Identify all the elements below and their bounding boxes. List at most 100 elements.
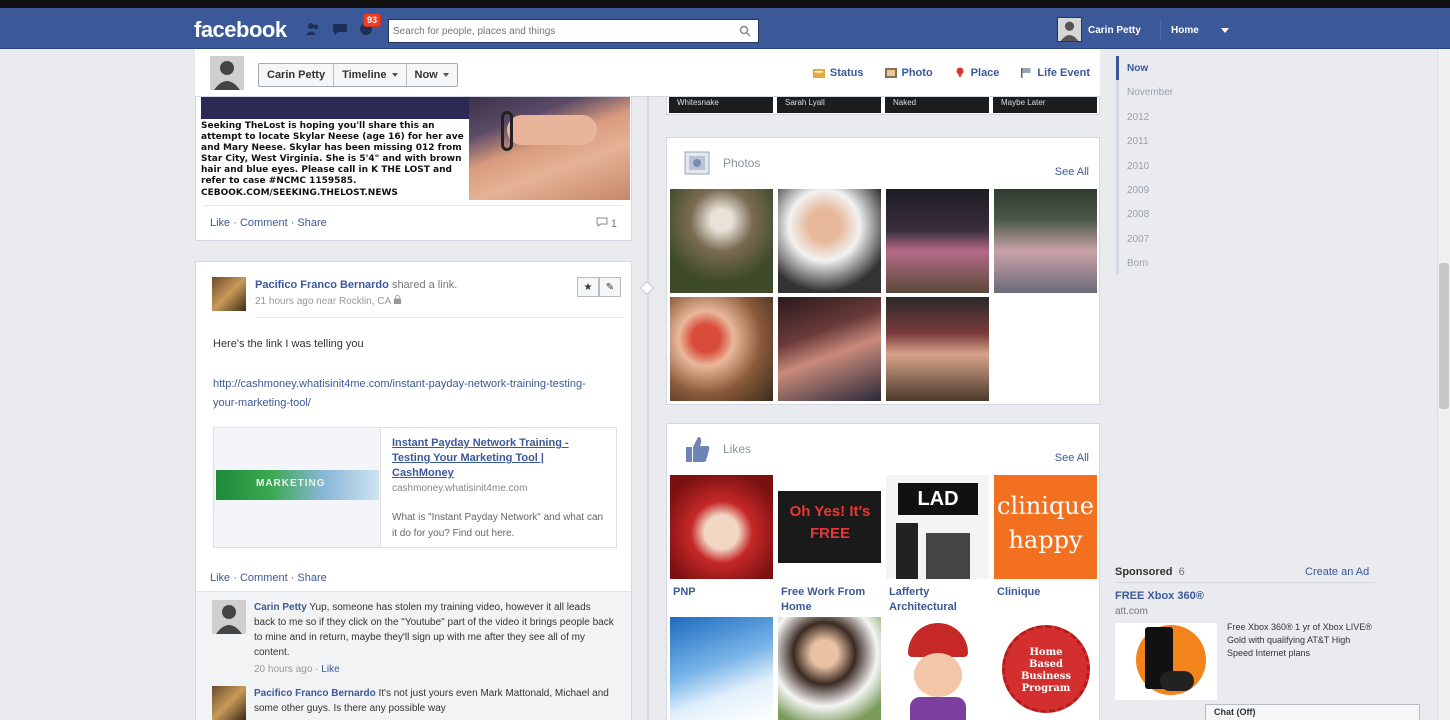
flyer-banner	[201, 97, 469, 119]
comment-like-link[interactable]: Like	[321, 664, 339, 675]
sponsored-count: 6	[1172, 566, 1185, 578]
facebook-logo[interactable]: facebook	[194, 17, 287, 43]
like-tile[interactable]	[670, 617, 773, 720]
photo-thumbnail[interactable]	[778, 189, 881, 293]
timeline-nav-2012[interactable]: 2012	[1127, 112, 1149, 123]
place-action[interactable]: Place	[953, 67, 1000, 79]
ad-title-link[interactable]: FREE Xbox 360®	[1115, 590, 1204, 602]
like-tile-home-business[interactable]: Home Based Business Program	[994, 617, 1097, 720]
timeline-dropdown[interactable]: Timeline	[334, 64, 407, 86]
like-tile-clinique[interactable]: clinique happy	[994, 475, 1097, 579]
like-tile[interactable]	[886, 617, 989, 720]
life-event-action[interactable]: Life Event	[1019, 67, 1090, 79]
like-label[interactable]: Free Work From Home	[781, 585, 876, 615]
like-tile-pnp[interactable]	[670, 475, 773, 579]
friend-tile[interactable]: Whitesnake	[669, 97, 773, 113]
photo-thumbnail[interactable]	[778, 297, 881, 401]
now-dropdown-label: Now	[414, 69, 438, 81]
timeline-avatar[interactable]	[210, 56, 244, 90]
commenter-name-link[interactable]: Pacifico Franco Bernardo	[254, 688, 376, 699]
friend-tile[interactable]: Maybe Later	[993, 97, 1097, 113]
photos-see-all-link[interactable]: See All	[1055, 166, 1089, 178]
comment-meta: 20 hours ago · Like	[254, 664, 340, 675]
ad-image-xbox[interactable]	[1115, 623, 1217, 700]
photos-box: Photos See All	[666, 137, 1100, 405]
friend-tile[interactable]: Naked	[885, 97, 989, 113]
timeline-nav-2011[interactable]: 2011	[1127, 136, 1149, 147]
like-label[interactable]: Clinique	[997, 585, 1040, 600]
timeline-nav-track	[1116, 56, 1119, 274]
commenter-avatar[interactable]	[212, 686, 246, 720]
home-link[interactable]: Home	[1171, 25, 1199, 36]
ad-description[interactable]: Free Xbox 360® 1 yr of Xbox LIVE® Gold w…	[1227, 621, 1375, 660]
story-header: Pacifico Franco Bernardo shared a link.	[255, 279, 457, 291]
cartoon-body	[910, 697, 966, 720]
missing-person-photo[interactable]	[469, 97, 630, 200]
photo-thumbnail[interactable]	[886, 189, 989, 293]
top-user-name[interactable]: Carin Petty	[1088, 25, 1141, 36]
search-input[interactable]	[389, 20, 729, 42]
like-tile-lafferty[interactable]: LAD	[886, 475, 989, 579]
timeline-nav-2008[interactable]: 2008	[1127, 209, 1149, 220]
like-label[interactable]: PNP	[673, 585, 696, 600]
timeline-nav-november[interactable]: November	[1127, 87, 1173, 98]
sign-text: MARKETING	[256, 478, 326, 489]
photo-icon	[884, 68, 897, 78]
commenter-name-link[interactable]: Carin Petty	[254, 602, 307, 613]
likes-see-all-link[interactable]: See All	[1055, 452, 1089, 464]
marketing-sign-image: MARKETING	[216, 470, 379, 500]
ad-domain: att.com	[1115, 606, 1148, 617]
star-icon[interactable]: ★	[577, 277, 599, 297]
comment-time[interactable]: 20 hours ago	[254, 664, 312, 675]
author-avatar[interactable]	[212, 277, 246, 311]
timeline-nav-active-marker	[1116, 56, 1119, 80]
photo-thumbnail[interactable]	[994, 189, 1097, 293]
edit-pencil-icon[interactable]: ✎	[599, 277, 621, 297]
flyer-footer-text: CEBOOK.COM/SEEKING.THELOST.NEWS	[201, 188, 398, 198]
privacy-lock-icon[interactable]	[393, 295, 402, 304]
photo-thumbnail[interactable]	[670, 189, 773, 293]
missing-person-flyer-image[interactable]: Seeking TheLost is hoping you'll share t…	[201, 97, 469, 200]
timeline-nav-born[interactable]: Born	[1127, 258, 1148, 269]
scrollbar-thumb[interactable]	[1439, 263, 1449, 409]
chat-sidebar-tab[interactable]: Chat (Off)	[1205, 704, 1420, 720]
user-avatar[interactable]	[1057, 17, 1082, 42]
attachment-description: What is "Instant Payday Network" and wha…	[392, 512, 604, 539]
now-dropdown[interactable]: Now	[407, 64, 457, 86]
photos-title[interactable]: Photos	[723, 156, 760, 170]
friend-tile[interactable]: Sarah Lyall	[777, 97, 881, 113]
story-link[interactable]: http://cashmoney.whatisinit4me.com/insta…	[213, 375, 603, 413]
like-tile-free-work[interactable]: Oh Yes! It's FREE	[778, 475, 881, 579]
story-timestamp[interactable]: 21 hours ago near Rocklin, CA	[255, 296, 391, 307]
share-count[interactable]: 1	[596, 217, 617, 230]
timeline-name-button[interactable]: Carin Petty	[259, 64, 335, 86]
author-name-link[interactable]: Pacifico Franco Bernardo	[255, 279, 389, 291]
photo-thumbnail[interactable]	[670, 297, 773, 401]
search-box[interactable]	[388, 19, 759, 43]
like-tile[interactable]	[778, 617, 881, 720]
page-scrollbar[interactable]	[1437, 49, 1450, 720]
link-attachment[interactable]: MARKETING Instant Payday Network Trainin…	[213, 427, 617, 548]
timeline-nav-2007[interactable]: 2007	[1127, 234, 1149, 245]
likes-title[interactable]: Likes	[723, 442, 751, 456]
post-actions[interactable]: Like · Comment · Share	[210, 217, 327, 229]
photo-thumbnail[interactable]	[886, 297, 989, 401]
attachment-thumbnail[interactable]: MARKETING	[214, 428, 381, 547]
search-icon[interactable]	[739, 25, 751, 37]
create-ad-link[interactable]: Create an Ad	[1305, 566, 1369, 578]
status-action[interactable]: Status	[812, 67, 864, 79]
building-image	[926, 533, 970, 579]
commenter-avatar[interactable]	[212, 600, 246, 634]
timeline-nav-2009[interactable]: 2009	[1127, 185, 1149, 196]
post-actions[interactable]: Like · Comment · Share	[210, 572, 327, 584]
friend-requests-icon[interactable]	[305, 22, 321, 36]
place-action-label: Place	[970, 67, 1000, 79]
account-menu-chevron-icon[interactable]	[1221, 28, 1229, 33]
story-shared-link: Pacifico Franco Bernardo shared a link. …	[195, 261, 632, 720]
messages-icon[interactable]	[332, 22, 348, 36]
attachment-title-link[interactable]: Instant Payday Network Training - Testin…	[392, 436, 607, 481]
timeline-nav-now[interactable]: Now	[1127, 63, 1148, 74]
timeline-nav-2010[interactable]: 2010	[1127, 161, 1149, 172]
photo-action[interactable]: Photo	[884, 67, 933, 79]
like-label[interactable]: Lafferty Architectural	[889, 585, 984, 615]
